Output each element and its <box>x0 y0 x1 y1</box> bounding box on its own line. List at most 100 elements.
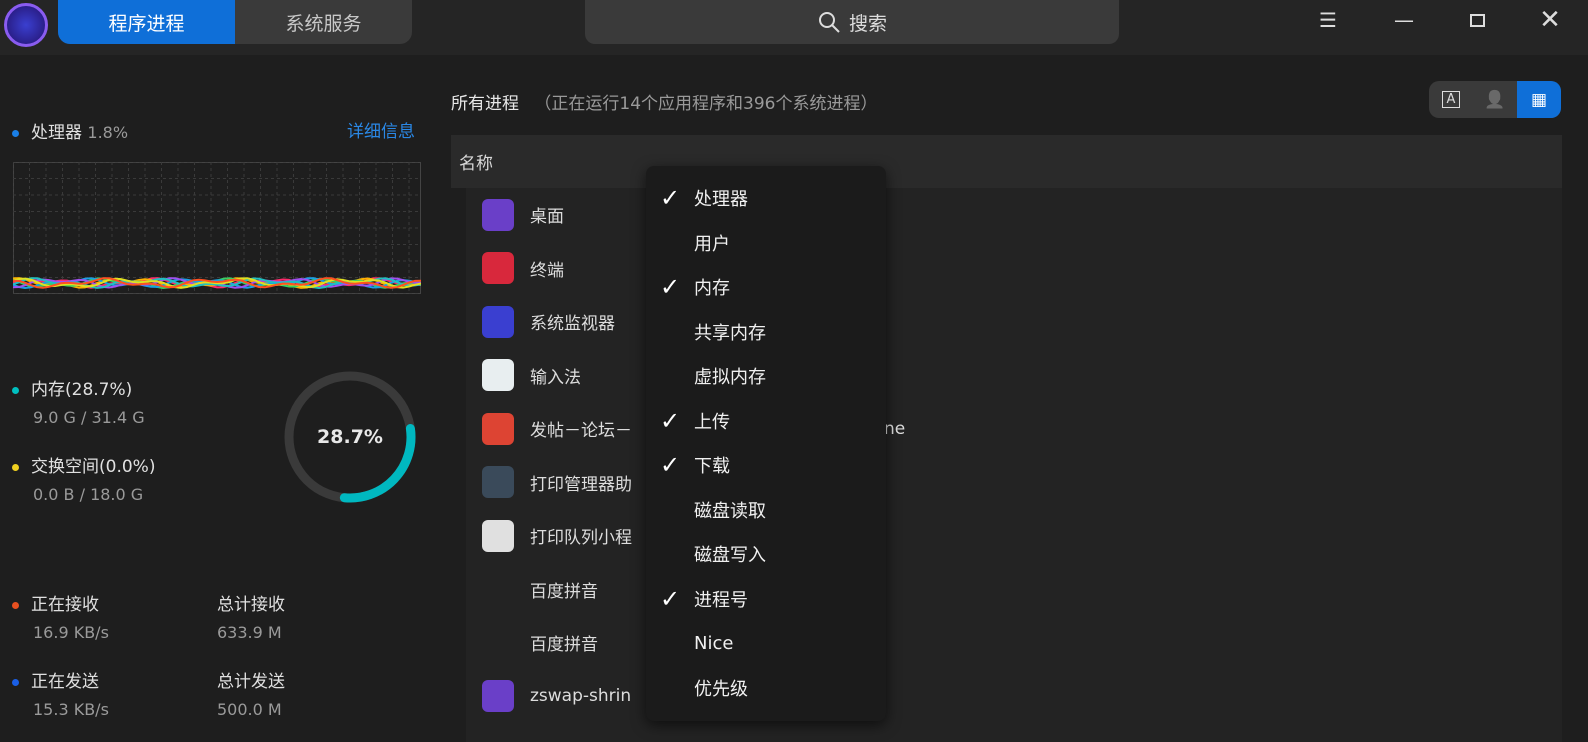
net-total-send: 总计发送 500.0 M <box>217 667 285 719</box>
all-view-button[interactable]: ▦ <box>1517 81 1561 118</box>
column-menu-label: 磁盘读取 <box>694 500 766 522</box>
column-menu-item[interactable]: ✓ 内存 <box>646 267 886 307</box>
app-logo-icon <box>4 3 48 47</box>
column-menu-item[interactable]: 磁盘写入 <box>646 534 886 574</box>
check-icon: ✓ <box>659 273 681 301</box>
net-total-recv: 总计接收 633.9 M <box>217 590 285 642</box>
column-menu-item[interactable]: Nice <box>646 623 886 663</box>
process-name-suffix: ne <box>884 418 906 439</box>
search-input[interactable]: 搜索 <box>585 0 1119 44</box>
process-name: 输入法 <box>530 367 581 388</box>
total-recv-value: 633.9 M <box>217 623 282 642</box>
column-menu-item[interactable]: ✓ 上传 <box>646 401 886 441</box>
close-button[interactable]: ✕ <box>1530 5 1570 35</box>
column-menu-label: 虚拟内存 <box>694 367 766 388</box>
memory-summary: 内存(28.7%) 9.0 G / 31.4 G <box>12 375 145 427</box>
user-view-button[interactable]: 👤 <box>1473 81 1517 118</box>
check-icon: ✓ <box>659 406 681 435</box>
send-dot <box>12 678 19 686</box>
cpu-label: 处理器 <box>31 123 82 143</box>
search-icon <box>818 12 840 33</box>
column-name-label: 名称 <box>459 154 493 174</box>
column-header-name[interactable]: 名称 <box>451 135 1562 188</box>
column-menu-label: 内存 <box>694 278 730 299</box>
cpu-history-chart <box>13 162 421 294</box>
cpu-value: 1.8% <box>87 123 129 142</box>
tab-services[interactable]: 系统服务 <box>235 0 412 44</box>
swap-usage: 0.0 B / 18.0 G <box>33 485 144 504</box>
process-row[interactable]: 输入法 <box>466 349 1562 402</box>
check-icon: ✓ <box>659 451 681 479</box>
total-send-label: 总计发送 <box>217 672 285 692</box>
memory-ring-label: 28.7% <box>317 426 383 448</box>
swap-summary: 交换空间(0.0%) 0.0 B / 18.0 G <box>12 452 155 504</box>
column-menu-label: 磁盘写入 <box>694 545 766 566</box>
recv-value: 16.9 KB/s <box>33 623 109 642</box>
details-link[interactable]: 详细信息 <box>347 117 415 142</box>
view-toggle: A 👤 ▦ <box>1429 81 1561 118</box>
minimize-button[interactable]: — <box>1384 8 1424 32</box>
process-row[interactable]: 百度拼音 <box>466 616 1562 669</box>
column-menu-item[interactable]: ✓ 进程号 <box>646 579 886 619</box>
total-recv-label: 总计接收 <box>217 595 285 615</box>
gear-app-icon <box>482 680 514 712</box>
send-value: 15.3 KB/s <box>33 700 109 719</box>
column-menu-label: 上传 <box>694 411 730 433</box>
column-menu: ✓ 处理器用户 ✓ 内存共享内存虚拟内存 ✓ 上传 ✓ 下载磁盘读取磁盘写入 ✓ 进程号 Nice 优… <box>646 166 886 721</box>
keyboard-icon <box>482 359 514 391</box>
cpu-summary: 处理器 1.8% <box>12 118 128 143</box>
column-menu-label: 进程号 <box>694 589 748 611</box>
column-menu-label: 下载 <box>694 456 730 477</box>
app-icon: A <box>1441 91 1461 108</box>
total-send-value: 500.0 M <box>217 700 282 719</box>
column-menu-item[interactable]: ✓ 处理器 <box>646 178 886 218</box>
menu-button[interactable]: ☰ <box>1308 8 1348 32</box>
page-title: 所有进程 <box>451 94 519 114</box>
process-row[interactable]: zswap-shrin <box>466 670 1562 723</box>
process-row[interactable]: 发帖－论坛－ ne <box>466 402 1562 455</box>
process-name: 打印队列小程 <box>530 528 632 548</box>
swap-dot <box>12 463 19 471</box>
printer-icon <box>482 466 514 498</box>
cpu-dot <box>12 129 19 137</box>
recv-label: 正在接收 <box>31 595 99 615</box>
tab-processes[interactable]: 程序进程 <box>58 0 235 44</box>
net-send: 正在发送 15.3 KB/s <box>12 667 109 719</box>
column-menu-item[interactable]: 用户 <box>646 223 886 263</box>
system-monitor-icon <box>482 305 514 338</box>
grid-icon: ▦ <box>1530 89 1548 110</box>
process-name: zswap-shrin <box>530 686 632 706</box>
memory-dot <box>12 386 19 394</box>
terminal-icon <box>482 252 514 284</box>
process-row[interactable]: 百度拼音 <box>466 563 1562 616</box>
swap-label: 交换空间(0.0%) <box>31 457 156 477</box>
memory-label: 内存(28.7%) <box>31 380 133 400</box>
check-icon: ✓ <box>659 584 681 613</box>
column-menu-label: 处理器 <box>694 189 748 210</box>
process-row[interactable]: 打印队列小程 <box>466 509 1562 562</box>
user-icon: 👤 <box>1484 89 1506 110</box>
column-menu-item[interactable]: 虚拟内存 <box>646 356 886 396</box>
app-view-button[interactable]: A <box>1429 81 1473 118</box>
process-row[interactable]: 桌面 <box>466 188 1562 241</box>
column-menu-item[interactable]: ✓ 下载 <box>646 445 886 485</box>
chrome-beta-icon <box>482 412 514 445</box>
print-queue-icon <box>482 519 514 552</box>
process-name: 桌面 <box>530 207 564 227</box>
process-row[interactable]: 打印管理器助 <box>466 456 1562 509</box>
memory-usage: 9.0 G / 31.4 G <box>33 408 145 427</box>
process-name: 百度拼音 <box>530 635 598 655</box>
process-name: 终端 <box>530 260 564 281</box>
process-row[interactable]: 终端 <box>466 242 1562 295</box>
process-name: 系统监视器 <box>530 314 615 334</box>
process-row[interactable]: 系统监视器 <box>466 295 1562 348</box>
check-icon: ✓ <box>659 184 681 212</box>
column-menu-item[interactable]: 磁盘读取 <box>646 490 886 530</box>
column-menu-label: 共享内存 <box>694 322 766 344</box>
gear-app-icon <box>482 198 514 231</box>
net-recv: 正在接收 16.9 KB/s <box>12 590 109 642</box>
maximize-button[interactable] <box>1457 8 1497 32</box>
column-menu-item[interactable]: 优先级 <box>646 668 886 708</box>
process-name: 打印管理器助 <box>530 474 632 495</box>
column-menu-item[interactable]: 共享内存 <box>646 312 886 352</box>
